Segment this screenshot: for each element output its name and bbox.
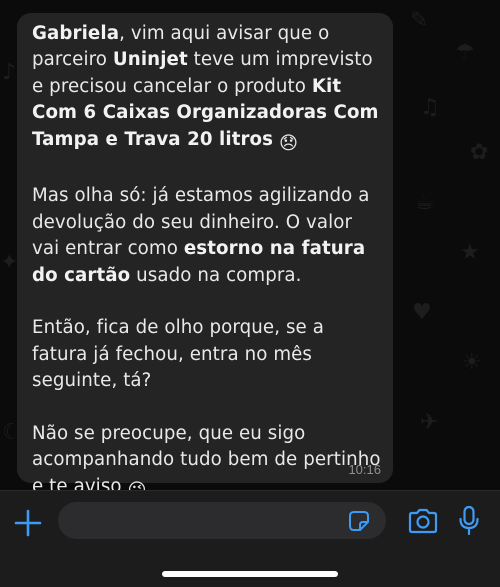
message-paragraph-1: Gabriela, vim aqui avisar que o parceiro… — [32, 21, 381, 157]
message-input[interactable] — [58, 502, 386, 539]
microphone-icon[interactable] — [458, 505, 480, 537]
message-paragraph-3: Então, fica de olho porque, se a fatura … — [32, 317, 324, 392]
sender-name: Gabriela — [32, 23, 120, 44]
home-indicator[interactable] — [162, 571, 338, 577]
sticker-icon[interactable] — [346, 508, 372, 534]
message-bubble[interactable]: Gabriela, vim aqui avisar que o parceiro… — [17, 13, 393, 501]
message-timestamp: 10:16 — [348, 462, 381, 477]
message-segment: usado na compra. — [130, 264, 302, 286]
plus-icon[interactable] — [12, 507, 44, 539]
partner-name: Uninjet — [112, 49, 188, 71]
message-paragraph-2: Mas olha só: já estamos agilizando a dev… — [32, 183, 381, 289]
message-segment: Não se preocupe, que eu sigo acompanhand… — [32, 423, 381, 497]
message-text: Gabriela, vim aqui avisar que o parceiro… — [32, 21, 381, 504]
camera-icon[interactable] — [407, 507, 439, 535]
sad-face-emoji: 😞 — [278, 132, 299, 154]
